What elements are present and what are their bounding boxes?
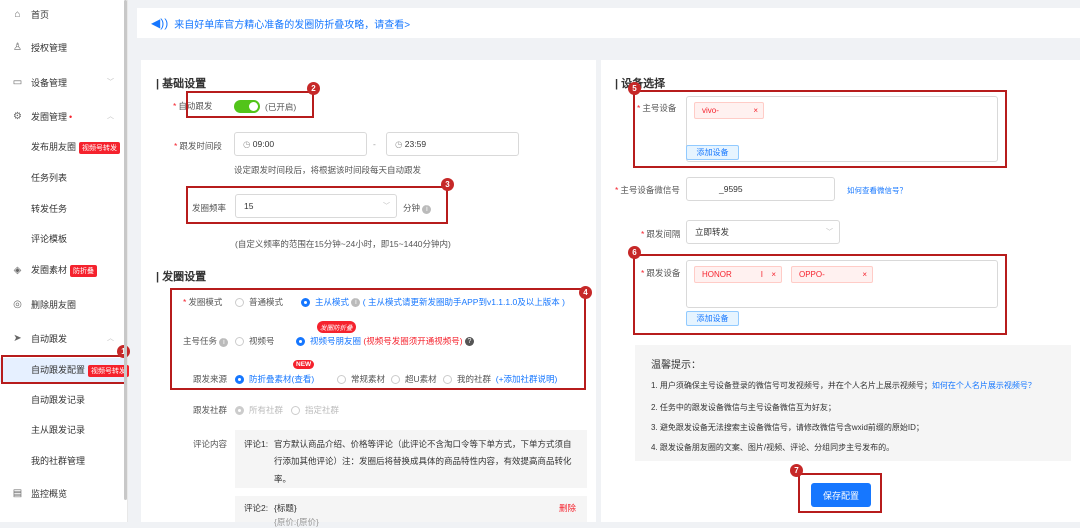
main-wechat-label: * 主号设备微信号 [615,185,680,195]
clock-icon: ◷ [395,138,405,149]
sidebar-item-label: 发圈管理 [31,111,68,122]
sidebar-item-auto-follow[interactable]: ➤ 自动跟发 ︿ [0,328,124,348]
chart-icon: ▤ [12,487,23,499]
delete-comment-button[interactable]: 删除 [559,502,576,514]
tip-line-2: 2. 任务中的跟发设备微信与主号设备微信互为好友； [651,403,836,412]
new-dot: • [69,111,73,122]
sidebar-item-comment-templates[interactable]: 评论模板 [0,228,124,248]
time-range-hint: 设定跟发时间段后，将根据该时间段每天自动跟发 [234,165,422,175]
main-content: ◀)) 来自好单库官方精心准备的发圈防折叠攻略，请查看> | 基础设置 * 自动跟… [137,0,1080,527]
sidebar-item-publish-moments[interactable]: 发布朋友圈 视频号转发 [0,137,124,157]
sidebar-item-auth[interactable]: ♙ 授权管理 [0,37,124,57]
sidebar-item-task-list[interactable]: 任务列表 [0,167,124,187]
clock-icon: ◷ [243,138,253,149]
annotation-box-2 [186,91,314,118]
sidebar-scrollbar[interactable] [124,0,127,500]
monitor-icon: ▭ [12,76,23,88]
comment-1-text: 行添加其他评论）注：发圈后将替换成具体的商品特性内容，有效提高商品转化 [274,456,572,466]
comment-1-text: 率。 [274,474,292,484]
sidebar-item-forward-tasks[interactable]: 转发任务 [0,198,124,218]
sidebar-item-devices[interactable]: ▭ 设备管理 ﹀ [0,72,124,92]
comment-content-label: 评论内容 [193,439,228,449]
annotation-marker-4: 4 [579,286,592,299]
video-forward-tag: 视频号转发 [79,142,121,154]
sidebar-item-post-mgmt[interactable]: ⚙ 发圈管理 • ︿ [0,106,124,126]
post-settings-title: | 发圈设置 [156,271,207,283]
annotation-box-1 [1,355,127,384]
tip-line-1: 1. 用户须确保主号设备登录的微信号可发视频号，并在个人名片上展示视频号；如何在… [651,381,1036,390]
comment-2-text[interactable]: {标题} [274,502,297,514]
community-all-radio[interactable]: 所有社群 [235,404,283,416]
annotation-marker-3: 3 [441,178,454,191]
annotation-marker-2: 2 [307,82,320,95]
send-icon: ➤ [13,332,22,344]
sidebar-item-delete-moments[interactable]: ◎ 删除朋友圈 [0,294,124,314]
annotation-marker-5: 5 [628,82,641,95]
time-separator: - [373,139,376,149]
sidebar: ⌂ 首页 ♙ 授权管理 ▭ 设备管理 ﹀ ⚙ 发圈管理 • ︿ 发布朋友圈 视频号转… [0,0,130,522]
basic-settings-title: | 基础设置 [156,78,207,90]
time-start-input[interactable]: ◷ 09:00 [234,132,367,156]
anti-fold-tag: 防折叠 [70,265,98,277]
banner-text[interactable]: 来自好单库官方精心准备的发圈防折叠攻略，请查看> [174,16,410,31]
annotation-box-5 [633,90,1007,168]
sidebar-item-master-follow-records[interactable]: 主从跟发记录 [0,419,124,439]
tip-line-4: 4. 跟发设备朋友圈的文案、图片/视频、评论、分组同步主号发布的。 [651,443,895,452]
annotation-box-4 [170,288,586,390]
annotation-box-6 [633,254,1007,335]
show-video-account-link[interactable]: 如何在个人名片展示视频号？ [932,381,1036,390]
settings-panel: | 基础设置 * 自动跟发 (已开启) * 跟发时间段 ◷ 09:00 - ◷ 23… [141,60,596,527]
time-end-input[interactable]: ◷ 23:59 [386,132,519,156]
tip-line-3: 3. 避免跟发设备无法搜索主设备微信号，请修改微信号含wxid前缀的原始ID； [651,423,924,432]
chevron-up-icon: ︿ [107,113,114,120]
comment-2-extra: {原价:{原价} [274,517,319,527]
comment-1-label: 评论1: [244,439,269,449]
sidebar-item-materials[interactable]: ◈ 发圈素材 防折叠 [0,260,124,280]
annotation-box-7 [798,473,882,513]
main-wechat-input[interactable]: _9595 [686,177,835,201]
follow-interval-label: * 跟发间隔 [641,229,681,239]
layers-icon: ◈ [13,264,22,276]
chevron-down-icon: ﹀ [826,229,833,236]
comment-1-text: 官方默认商品介绍、价格等评论（此评论不含淘口令等下单方式，下单方式须自 [274,439,572,449]
announcement-banner[interactable]: ◀)) 来自好单库官方精心准备的发圈防折叠攻略，请查看> [137,8,1080,38]
speaker-icon: ◀)) [151,16,169,30]
annotation-marker-7: 7 [790,464,803,477]
chevron-up-icon: ︿ [107,335,114,342]
follow-interval-select[interactable]: 立即转发 ﹀ [686,220,840,244]
delete-icon: ◎ [13,298,22,310]
sidebar-item-home[interactable]: ⌂ 首页 [0,4,124,24]
sidebar-item-monitor[interactable]: ▤ 监控概览 [0,483,124,503]
sidebar-item-community-mgmt[interactable]: 我的社群管理 [0,450,124,470]
annotation-marker-6: 6 [628,246,641,259]
how-to-view-wechat-link[interactable]: 如何查看微信号？ [847,185,907,196]
follow-community-label: 跟发社群 [193,405,228,415]
device-panel: | 设备选择 * 主号设备 vivo- × 添加设备 * 主号设备微信号 _9595 … [601,60,1080,522]
frequency-hint: (自定义频率的范围在15分钟~24小时，即15~1440分钟内) [235,239,451,249]
community-specified-radio[interactable]: 指定社群 [291,404,339,416]
sidebar-item-label: 发圈素材 [31,265,68,275]
sidebar-item-auto-follow-records[interactable]: 自动跟发记录 [0,389,124,409]
tips-title: 温馨提示： [651,360,701,371]
sidebar-item-label: 发布朋友圈 [31,142,77,152]
settings-icon: ⚙ [13,110,22,122]
comment-2-label: 评论2: [244,503,269,513]
time-range-label: * 跟发时间段 [174,141,222,151]
user-icon: ♙ [13,41,22,53]
annotation-box-3 [186,186,448,224]
chevron-down-icon: ﹀ [107,79,114,86]
home-icon: ⌂ [14,8,21,20]
